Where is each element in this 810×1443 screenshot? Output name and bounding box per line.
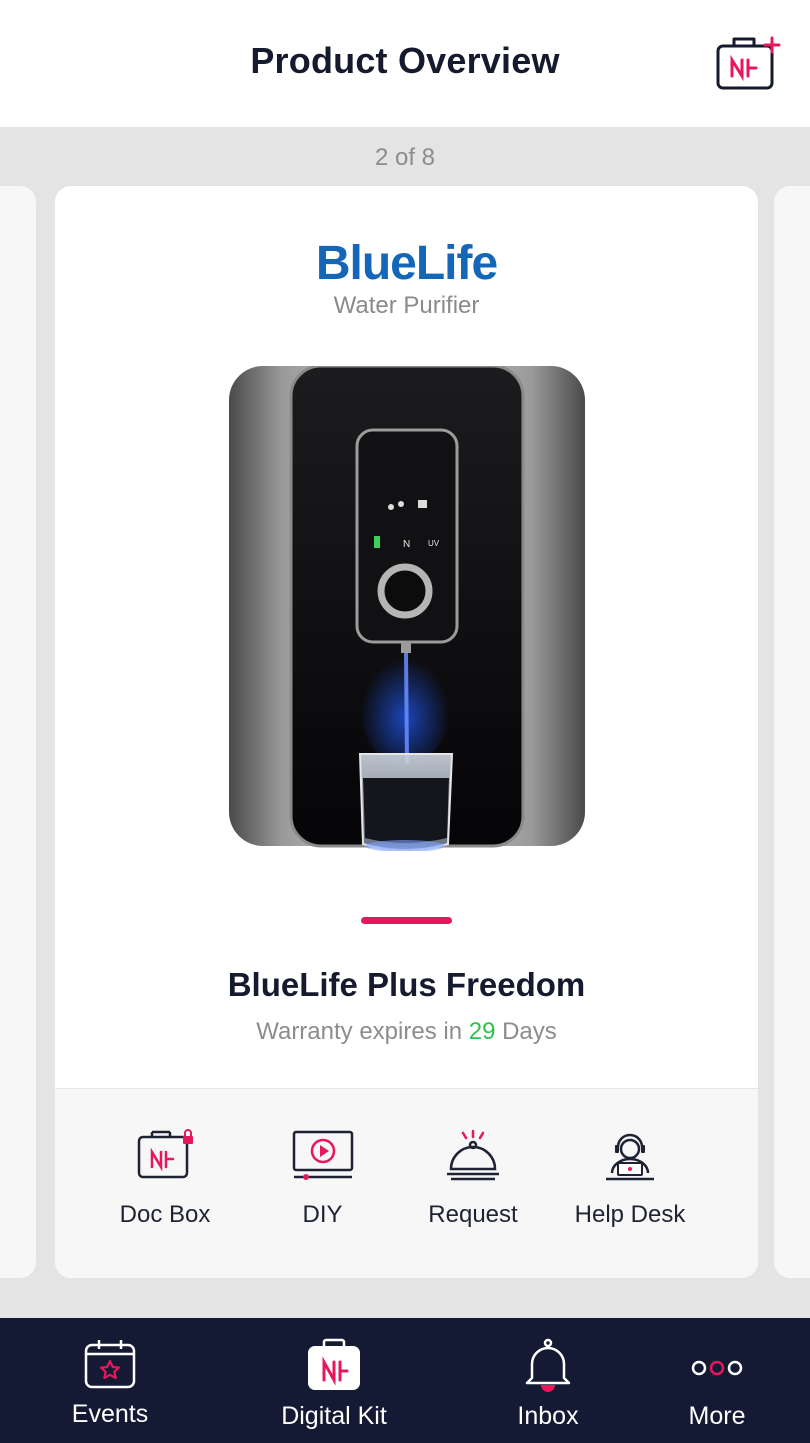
carousel-page-indicator: 2 of 8 [374, 144, 436, 171]
calendar-star-icon [84, 1340, 136, 1389]
next-product-card[interactable] [774, 186, 810, 1278]
warranty-prefix: Warranty expires in [256, 1018, 469, 1045]
doc-box-button[interactable]: Doc Box [105, 1129, 225, 1229]
digital-kit-icon [308, 1338, 360, 1390]
svg-text:N: N [403, 539, 410, 550]
more-dots-icon [691, 1360, 743, 1376]
support-agent-icon [606, 1133, 654, 1181]
service-bell-icon [447, 1129, 499, 1181]
add-document-icon [716, 36, 781, 90]
page-title: Product Overview [250, 40, 560, 81]
bottom-tab-bar: Events Digital Kit Inbox More [0, 1318, 810, 1443]
tab-more-label: More [688, 1402, 746, 1430]
product-actions: Doc Box DIY Request Help Desk [55, 1088, 758, 1278]
product-card[interactable]: BlueLife Water Purifier N UV BlueLife Pl… [55, 186, 758, 1278]
diy-label: DIY [302, 1201, 343, 1228]
help-desk-label: Help Desk [574, 1201, 686, 1228]
doc-box-lock-icon [137, 1129, 193, 1179]
video-play-icon [292, 1130, 353, 1180]
add-product-button[interactable] [712, 36, 782, 96]
water-purifier-image: N UV [229, 366, 585, 851]
tab-inbox-label: Inbox [517, 1402, 579, 1430]
tab-inbox[interactable]: Inbox [498, 1338, 598, 1431]
diy-button[interactable]: DIY [265, 1129, 380, 1229]
product-name: BlueLife Plus Freedom [227, 966, 586, 1003]
app-header: Product Overview [0, 0, 810, 127]
previous-product-card[interactable] [0, 186, 36, 1278]
accent-divider [361, 917, 452, 924]
tab-events-label: Events [71, 1400, 149, 1428]
doc-box-label: Doc Box [119, 1201, 211, 1228]
brand-logo: BlueLife [315, 237, 498, 290]
bell-icon [525, 1338, 571, 1392]
help-desk-button[interactable]: Help Desk [565, 1129, 695, 1229]
tab-events[interactable]: Events [50, 1338, 170, 1429]
warranty-status: Warranty expires in 29 Days [55, 1018, 758, 1046]
request-button[interactable]: Request [417, 1129, 529, 1229]
warranty-suffix: Days [495, 1018, 557, 1045]
tab-digital-kit[interactable]: Digital Kit [264, 1338, 404, 1431]
tab-more[interactable]: More [672, 1338, 762, 1431]
brand-subtitle: Water Purifier [333, 292, 480, 319]
request-label: Request [428, 1201, 518, 1228]
tab-digital-kit-label: Digital Kit [281, 1402, 387, 1430]
warranty-days: 29 [468, 1018, 496, 1045]
svg-text:UV: UV [428, 539, 440, 548]
